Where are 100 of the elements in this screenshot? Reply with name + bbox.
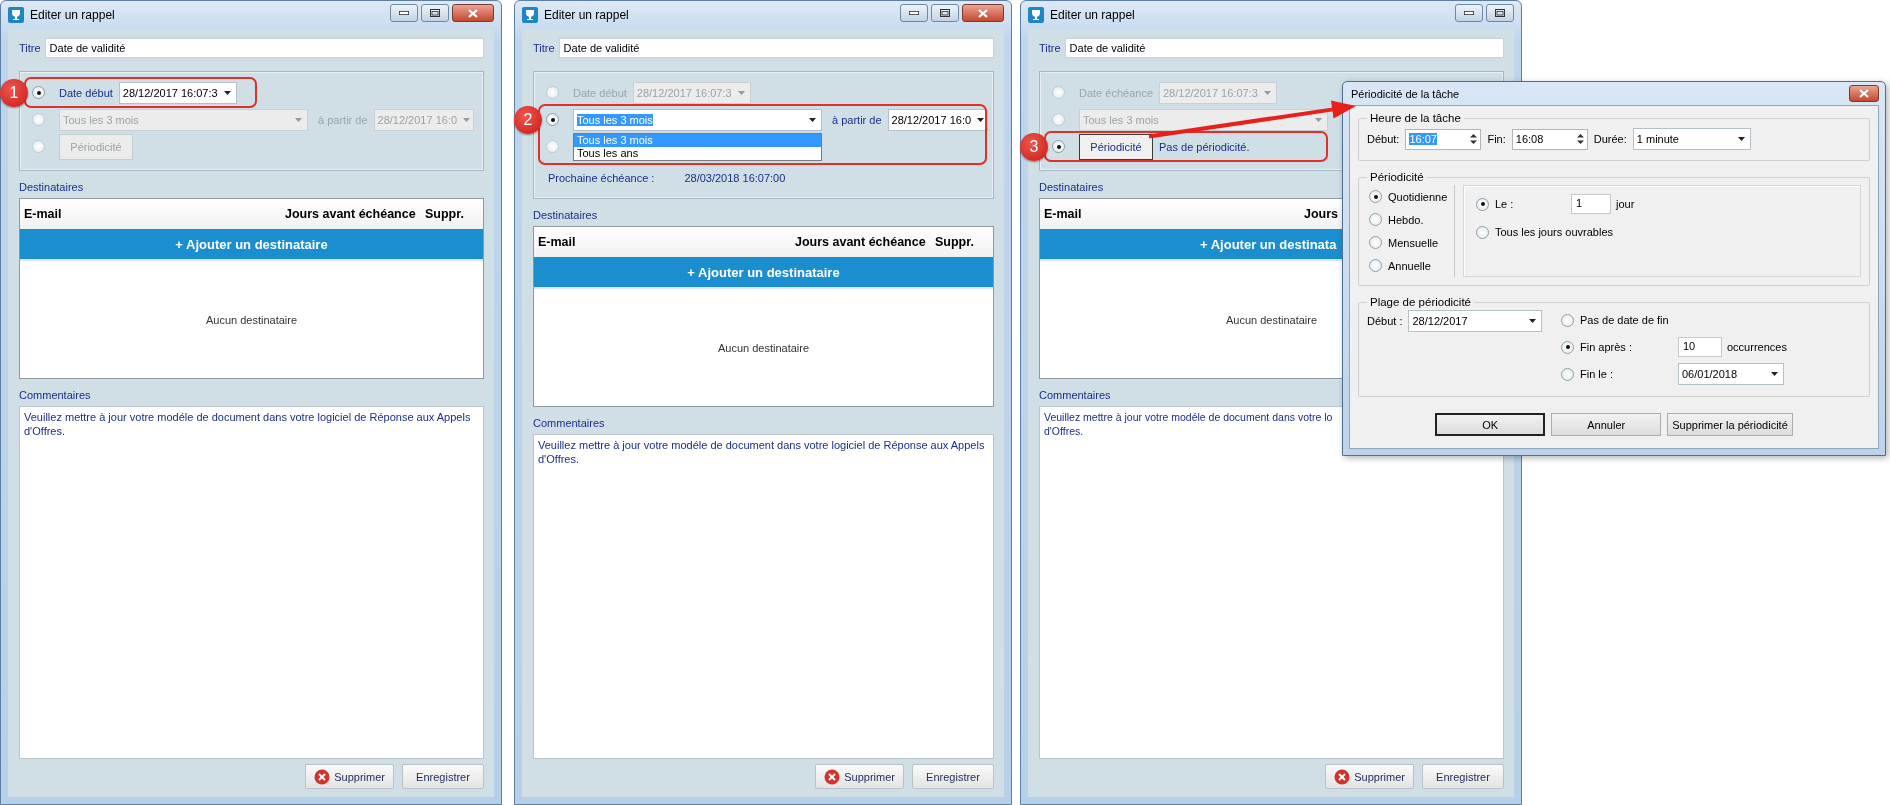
dialog-button[interactable]: OK [1435, 413, 1546, 436]
option-label: Mensuelle [1388, 236, 1439, 249]
radio-button[interactable] [546, 113, 559, 126]
radio-button[interactable] [1369, 259, 1382, 272]
caret-icon [1771, 372, 1778, 376]
maximize-icon [940, 9, 950, 17]
delete-button[interactable]: Supprimer [305, 764, 394, 789]
option-label: Quotidienne [1388, 190, 1448, 203]
field-label: Titre [1039, 42, 1061, 54]
field-label: Titre [19, 42, 41, 54]
option-label: Fin le : [1580, 368, 1614, 380]
column-header: Jours [1303, 207, 1339, 221]
caret-icon [463, 117, 471, 122]
close-icon [1859, 89, 1869, 98]
delete-button[interactable]: Supprimer [815, 764, 904, 789]
radio-button[interactable] [1561, 367, 1574, 381]
field-label: Prochaine échéance : [548, 172, 655, 184]
text-field[interactable]: Date de validité [1064, 38, 1504, 58]
delete-button[interactable]: Supprimer [1325, 764, 1414, 789]
radio-button[interactable] [1476, 225, 1489, 239]
save-button[interactable]: Enregistrer [402, 764, 484, 789]
text-field[interactable]: Date de validité [558, 38, 994, 58]
caret-icon [295, 117, 302, 122]
date-value: 28/03/2018 16:07:00 [684, 172, 786, 184]
empty-message: Aucun destinataire [205, 313, 298, 326]
radio-button[interactable] [32, 86, 45, 99]
dropdown-option[interactable]: Tous les ans [574, 146, 821, 160]
save-button[interactable]: Enregistrer [1422, 764, 1504, 789]
column-header: Suppr. [934, 235, 974, 249]
maximize-button[interactable] [1486, 4, 1514, 22]
radio-button[interactable] [1369, 236, 1382, 249]
unit-label: jour [1616, 198, 1635, 210]
minimize-button[interactable] [900, 4, 928, 22]
radio-button[interactable] [1369, 190, 1382, 203]
field-label: Début : [1367, 315, 1403, 327]
trophy-icon [1028, 7, 1044, 23]
number-field[interactable]: 10 [1678, 337, 1722, 357]
text-field[interactable]: Date de validité [44, 38, 484, 58]
radio-button[interactable] [1561, 313, 1574, 327]
add-recipient-button[interactable]: + Ajouter un destinataire [534, 257, 993, 289]
dialog-button[interactable]: Supprimer la périodicité [1667, 413, 1793, 436]
delete-icon [1334, 768, 1351, 785]
date-dropdown[interactable]: 28/12/2017 16:07:3 [118, 81, 237, 104]
radio-button[interactable] [1561, 340, 1574, 354]
close-icon [978, 8, 988, 18]
dialog-button[interactable]: Annuler [1551, 413, 1662, 436]
column-header: Suppr. [424, 207, 464, 221]
column-header: Jours avant échéance [794, 235, 926, 249]
section-label: Destinataires [19, 180, 84, 194]
date-dropdown[interactable]: 28/12/2017 [1408, 310, 1543, 332]
group-label: Heure de la tâche [1369, 112, 1462, 124]
close-button[interactable] [1849, 85, 1879, 102]
save-button[interactable]: Enregistrer [912, 764, 994, 789]
section-label: Destinataires [1039, 180, 1104, 194]
field-label: Date début [573, 86, 627, 99]
caret-icon [809, 117, 816, 122]
empty-message: Aucun destinataire [1225, 313, 1318, 326]
caret-icon [737, 90, 745, 95]
number-field[interactable]: 1 [1571, 194, 1611, 214]
minimize-button[interactable] [390, 4, 418, 22]
column-header: Jours avant échéance [284, 207, 416, 221]
section-label: Destinataires [533, 208, 598, 222]
spinner-icon [1576, 133, 1584, 145]
minimize-icon [909, 11, 919, 15]
radio-button[interactable] [1369, 213, 1382, 226]
add-recipient-button[interactable]: + Ajouter un destinataire [20, 229, 483, 261]
minimize-button[interactable] [1455, 4, 1483, 22]
caret-icon [1529, 319, 1537, 323]
spinner-icon [1470, 133, 1478, 145]
periodicity-button[interactable]: Périodicité [1079, 133, 1153, 160]
column-header: E-mail [1043, 207, 1082, 221]
date-dropdown[interactable]: 28/12/2017 16:0 [887, 108, 988, 131]
date-dropdown[interactable]: 06/01/2018 [1678, 363, 1784, 385]
caret-icon [1264, 90, 1271, 95]
group-label: Plage de périodicité [1369, 296, 1472, 308]
option-label: Le : [1495, 198, 1515, 210]
close-button[interactable] [962, 4, 1004, 22]
time-field[interactable]: 16:08 [1511, 128, 1588, 150]
maximize-icon [1495, 9, 1505, 17]
radio-button[interactable] [1052, 140, 1065, 153]
caret-icon [223, 90, 231, 95]
close-icon [468, 8, 478, 18]
window-title: Périodicité de la tâche [1351, 87, 1460, 100]
duration-dropdown[interactable]: 1 minute [1632, 128, 1751, 150]
field-label: Durée: [1593, 133, 1627, 145]
option-label: Pas de date de fin [1580, 314, 1670, 326]
radio-button[interactable] [1476, 197, 1489, 211]
maximize-button[interactable] [421, 4, 449, 22]
close-button[interactable] [452, 4, 494, 22]
column-header: E-mail [23, 207, 62, 221]
caret-icon [1315, 117, 1322, 122]
minimize-icon [1464, 11, 1474, 15]
minimize-icon [399, 11, 409, 15]
field-label: Date début [59, 86, 113, 99]
option-label: Fin après : [1580, 341, 1633, 353]
window-title: Editer un rappel [30, 8, 115, 22]
caret-icon [1737, 137, 1745, 141]
maximize-button[interactable] [931, 4, 959, 22]
comment-text: Veuillez mettre à jour votre modéle de document dans votre logiciel de Réponse aux Appels d'Offres. [538, 438, 985, 466]
window-title: Editer un rappel [544, 8, 629, 22]
